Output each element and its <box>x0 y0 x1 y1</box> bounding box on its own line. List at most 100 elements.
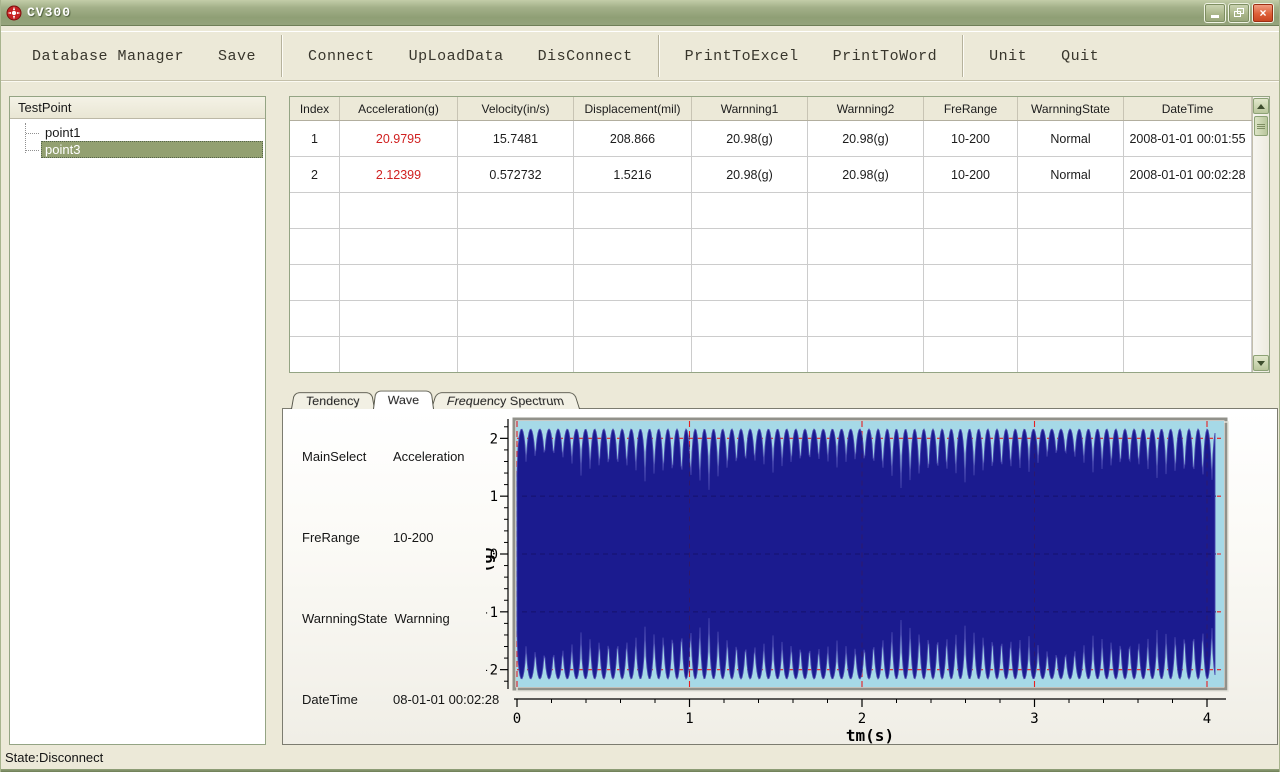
cell-empty <box>290 337 340 372</box>
cell-empty <box>924 193 1018 228</box>
info-value: Acceleration <box>393 449 465 464</box>
cell-empty <box>340 265 458 300</box>
testpoint-header: TestPoint <box>10 97 265 119</box>
cell-empty <box>1018 337 1124 372</box>
scroll-track[interactable] <box>1253 136 1269 355</box>
toolbar-button-printtoexcel[interactable]: PrintToExcel <box>668 32 816 80</box>
cell-displacement-mil: 1.5216 <box>574 157 692 192</box>
info-row-mainselect: MainSelect Acceleration <box>302 449 465 464</box>
title-bar: CV300 × <box>1 0 1279 26</box>
wave-chart-canvas: 210-1-2(g)01234tm(s) <box>478 417 1229 745</box>
testpoint-tree: point1 point3 <box>10 119 265 158</box>
cell-datetime: 2008-01-01 00:02:28 <box>1124 157 1252 192</box>
cell-empty <box>574 229 692 264</box>
restore-button[interactable] <box>1228 2 1250 23</box>
cell-warnning2: 20.98(g) <box>808 157 924 192</box>
table-scrollbar[interactable] <box>1252 97 1269 372</box>
toolbar-button-save[interactable]: Save <box>201 32 273 80</box>
info-value: 08-01-01 00:02:28 <box>393 692 500 707</box>
table-body: 1 20.9795 15.7481 208.866 20.98(g) 20.98(g) 10… <box>290 121 1252 372</box>
table-row-empty[interactable] <box>290 265 1252 301</box>
cell-empty <box>1018 265 1124 300</box>
testpoint-panel: TestPoint point1 point3 <box>9 96 266 745</box>
cell-empty <box>692 265 808 300</box>
cell-empty <box>808 337 924 372</box>
cell-empty <box>924 229 1018 264</box>
cell-empty <box>458 265 574 300</box>
cell-empty <box>692 301 808 336</box>
scroll-thumb[interactable] <box>1254 116 1268 136</box>
table-row-empty[interactable] <box>290 337 1252 372</box>
cell-empty <box>458 301 574 336</box>
tree-item-point1[interactable]: point1 <box>26 124 263 141</box>
toolbar-separator <box>657 35 660 77</box>
cell-empty <box>290 301 340 336</box>
cell-empty <box>1124 301 1252 336</box>
cell-empty <box>1124 193 1252 228</box>
column-header-datetime: DateTime <box>1124 97 1252 120</box>
tree-connector-line <box>25 123 26 153</box>
table-row-empty[interactable] <box>290 229 1252 265</box>
toolbar-button-printtoword[interactable]: PrintToWord <box>816 32 955 80</box>
close-icon: × <box>1259 5 1267 20</box>
svg-text:2: 2 <box>490 431 498 447</box>
cell-warnning1: 20.98(g) <box>692 121 808 156</box>
tab-frequency-spectrum[interactable]: Frequency Spectrum <box>431 392 581 409</box>
cell-acceleration-g: 20.9795 <box>340 121 458 156</box>
table-row-empty[interactable] <box>290 193 1252 229</box>
cell-empty <box>574 337 692 372</box>
cell-empty <box>808 301 924 336</box>
wave-tab-panel: MainSelect Acceleration FreRange 10-200 Warn… <box>282 408 1278 745</box>
toolbar-button-uploaddata[interactable]: UpLoadData <box>392 32 521 80</box>
minimize-icon <box>1211 15 1219 18</box>
info-row-warnningstate: WarnningState Warnning <box>302 611 450 626</box>
info-row-frerange: FreRange 10-200 <box>302 530 433 545</box>
cell-empty <box>808 265 924 300</box>
cell-empty <box>458 229 574 264</box>
cell-warnning1: 20.98(g) <box>692 157 808 192</box>
table-row-1[interactable]: 1 20.9795 15.7481 208.866 20.98(g) 20.98(g) 10… <box>290 121 1252 157</box>
tab-tendency[interactable]: Tendency <box>291 392 375 409</box>
info-value: 10-200 <box>393 530 434 545</box>
toolbar-separator <box>962 35 965 77</box>
cell-empty <box>924 301 1018 336</box>
scroll-down-button[interactable] <box>1253 355 1269 371</box>
cell-empty <box>924 265 1018 300</box>
svg-text:1: 1 <box>685 711 693 727</box>
toolbar-button-database-manager[interactable]: Database Manager <box>15 32 201 80</box>
toolbar-button-connect[interactable]: Connect <box>291 32 392 80</box>
table-row-2[interactable]: 2 2.12399 0.572732 1.5216 20.98(g) 20.98(g) 10… <box>290 157 1252 193</box>
cell-velocity-in-s: 0.572732 <box>458 157 574 192</box>
cell-empty <box>808 229 924 264</box>
svg-text:3: 3 <box>1030 711 1038 727</box>
table-row-empty[interactable] <box>290 301 1252 337</box>
cell-acceleration-g: 2.12399 <box>340 157 458 192</box>
cell-empty <box>1018 301 1124 336</box>
cell-empty <box>458 337 574 372</box>
svg-text:(g): (g) <box>486 545 496 572</box>
cell-index: 1 <box>290 121 340 156</box>
cell-empty <box>924 337 1018 372</box>
toolbar-button-disconnect[interactable]: DisConnect <box>521 32 650 80</box>
info-label: DateTime <box>302 692 358 707</box>
arrow-down-icon <box>1257 360 1265 366</box>
column-header-warnning2: Warnning2 <box>808 97 924 120</box>
toolbar-separator <box>281 35 284 77</box>
cell-empty <box>692 229 808 264</box>
minimize-button[interactable] <box>1204 2 1226 23</box>
cell-empty <box>574 265 692 300</box>
toolbar-button-quit[interactable]: Quit <box>1044 32 1116 80</box>
column-header-warnningstate: WarnningState <box>1018 97 1124 120</box>
scroll-up-button[interactable] <box>1253 98 1269 114</box>
info-label: FreRange <box>302 530 360 545</box>
info-label: MainSelect <box>302 449 367 464</box>
svg-text:4: 4 <box>1203 711 1211 727</box>
toolbar-button-unit[interactable]: Unit <box>972 32 1044 80</box>
close-button[interactable]: × <box>1252 2 1274 23</box>
tab-wave[interactable]: Wave <box>372 390 434 409</box>
cell-empty <box>290 193 340 228</box>
tree-item-point3[interactable]: point3 <box>26 141 263 158</box>
status-bar: State:Disconnect <box>1 747 1279 768</box>
status-text: State:Disconnect <box>5 750 104 765</box>
cell-empty <box>1124 265 1252 300</box>
